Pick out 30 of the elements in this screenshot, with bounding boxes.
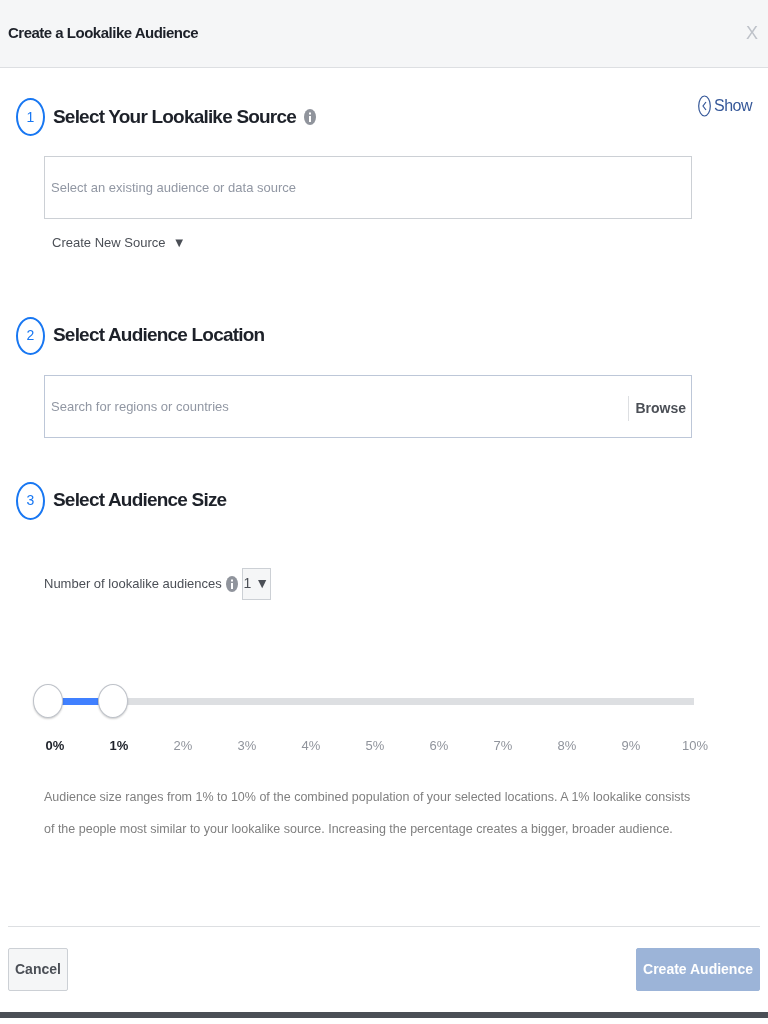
step-title: Select Your Lookalike Source	[53, 104, 296, 129]
source-field[interactable]: Select an existing audience or data source	[44, 156, 692, 219]
show-label: Show	[713, 96, 752, 116]
slider-tick-label: 10%	[681, 736, 709, 755]
slider-tick-label: 4%	[300, 736, 322, 755]
slider-tick-label: 5%	[364, 736, 386, 755]
info-icon[interactable]	[304, 109, 316, 125]
audience-count-label: Number of lookalike audiences	[44, 574, 222, 593]
chevron-icon	[697, 95, 711, 117]
step-number: 3	[16, 481, 45, 520]
browse-button[interactable]: Browse	[628, 395, 686, 421]
slider-tick-label: 8%	[556, 736, 578, 755]
show-link[interactable]: Show	[697, 94, 752, 118]
slider-tick-label: 0%	[44, 736, 66, 755]
info-icon[interactable]	[225, 575, 238, 592]
size-description: Audience size ranges from 1% to 10% of the combined population of your selected locations. A 1% lookalike consists of the people most similar to your lookalike source. Increasing the percentage creates a bigger, broader audience.	[44, 789, 692, 838]
slider-tick-label: 9%	[620, 736, 642, 755]
cancel-button[interactable]: Cancel	[8, 948, 68, 991]
slider-tick-label: 6%	[428, 736, 450, 755]
step-title: Select Audience Size	[53, 488, 227, 513]
audience-count-dropdown[interactable]: 1 ▼	[241, 567, 271, 600]
step-title: Select Audience Location	[53, 323, 265, 348]
step-number: 2	[16, 316, 45, 355]
create-source-dropdown[interactable]: Create New Source ▼	[52, 233, 186, 253]
slider-tick-label: 1%	[108, 736, 130, 755]
step-number: 1	[16, 98, 45, 136]
slider-tick-label: 3%	[236, 736, 258, 755]
slider-tick-label: 2%	[172, 736, 194, 755]
slider-tick-label: 7%	[492, 736, 514, 755]
dialog-title: Create a Lookalike Audience	[8, 23, 199, 44]
